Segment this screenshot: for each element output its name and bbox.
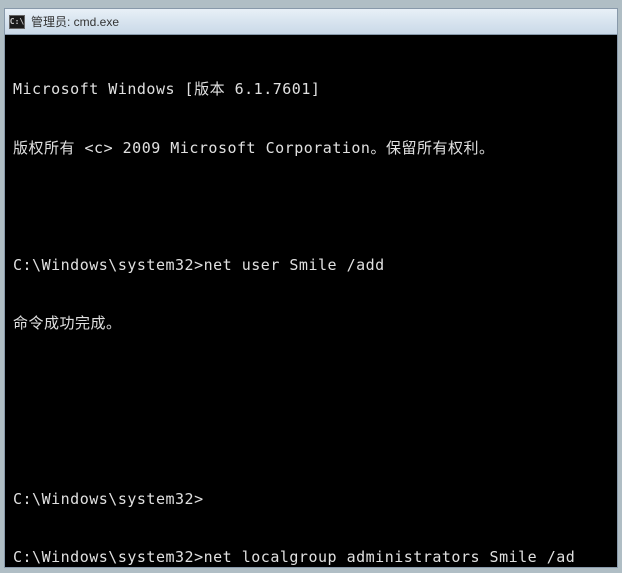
window-title: 管理员: cmd.exe [31,13,119,30]
cmd-window: C:\ 管理员: cmd.exe Microsoft Windows [版本 6… [4,8,618,568]
terminal-line: 命令成功完成。 [13,314,609,334]
terminal-line [13,431,609,451]
terminal-line: 版权所有 <c> 2009 Microsoft Corporation。保留所有… [13,139,609,159]
terminal-line: C:\Windows\system32>net localgroup admin… [13,548,609,567]
terminal-line: C:\Windows\system32>net user Smile /add [13,256,609,276]
terminal-content[interactable]: Microsoft Windows [版本 6.1.7601] 版权所有 <c>… [5,35,617,567]
terminal-line: Microsoft Windows [版本 6.1.7601] [13,80,609,100]
titlebar[interactable]: C:\ 管理员: cmd.exe [5,9,617,35]
terminal-line: C:\Windows\system32> [13,490,609,510]
cmd-icon: C:\ [9,15,25,29]
terminal-line [13,197,609,217]
terminal-line [13,373,609,393]
